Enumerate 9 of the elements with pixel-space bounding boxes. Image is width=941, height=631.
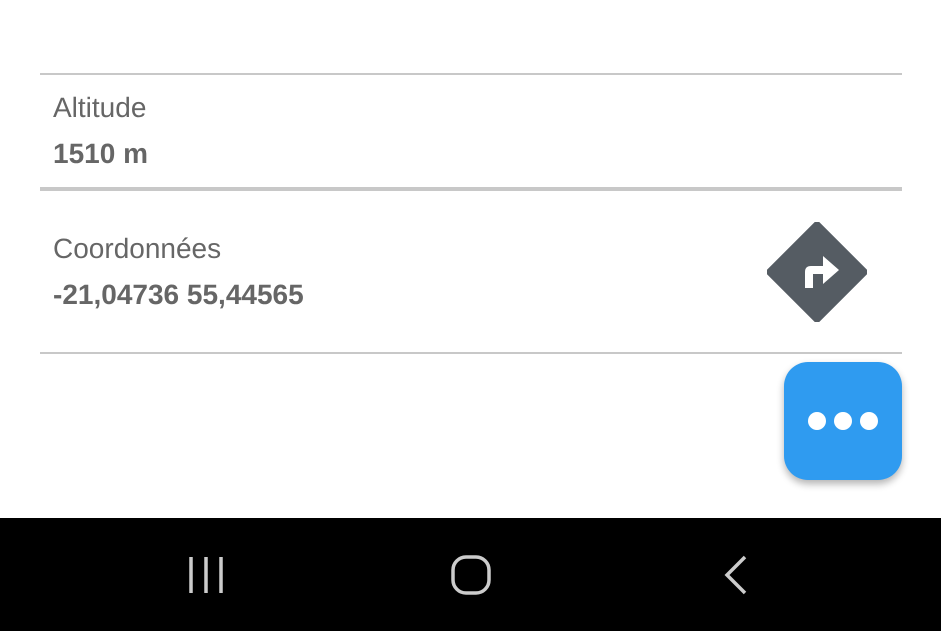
more-button[interactable] [784, 362, 902, 480]
directions-icon[interactable] [767, 222, 867, 322]
field-value: 1510 m [53, 137, 148, 171]
field-value: -21,04736 55,44565 [53, 278, 304, 312]
home-icon[interactable] [450, 554, 490, 594]
field-label: Coordonnées [53, 232, 222, 266]
back-icon[interactable] [724, 554, 748, 594]
field-label: Altitude [53, 91, 148, 125]
recents-icon[interactable] [186, 556, 224, 592]
